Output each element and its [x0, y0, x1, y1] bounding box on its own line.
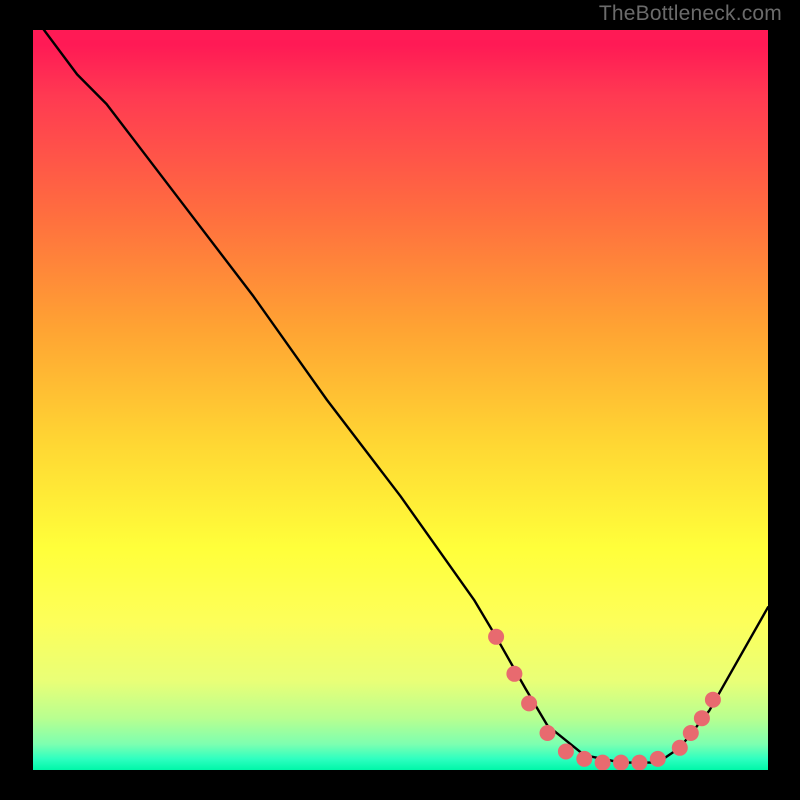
marker-point — [506, 666, 522, 682]
bottleneck-curve — [33, 30, 768, 763]
marker-point — [576, 751, 592, 767]
highlighted-points — [488, 629, 721, 770]
plot-area — [33, 30, 768, 770]
marker-point — [705, 692, 721, 708]
marker-point — [631, 755, 647, 770]
chart-svg — [33, 30, 768, 770]
marker-point — [683, 725, 699, 741]
marker-point — [650, 751, 666, 767]
marker-point — [672, 740, 688, 756]
marker-point — [488, 629, 504, 645]
marker-point — [595, 755, 611, 770]
marker-point — [694, 710, 710, 726]
marker-point — [613, 755, 629, 770]
marker-point — [540, 725, 556, 741]
watermark-text: TheBottleneck.com — [599, 2, 782, 26]
marker-point — [521, 695, 537, 711]
marker-point — [558, 744, 574, 760]
chart-frame: TheBottleneck.com — [0, 0, 800, 800]
